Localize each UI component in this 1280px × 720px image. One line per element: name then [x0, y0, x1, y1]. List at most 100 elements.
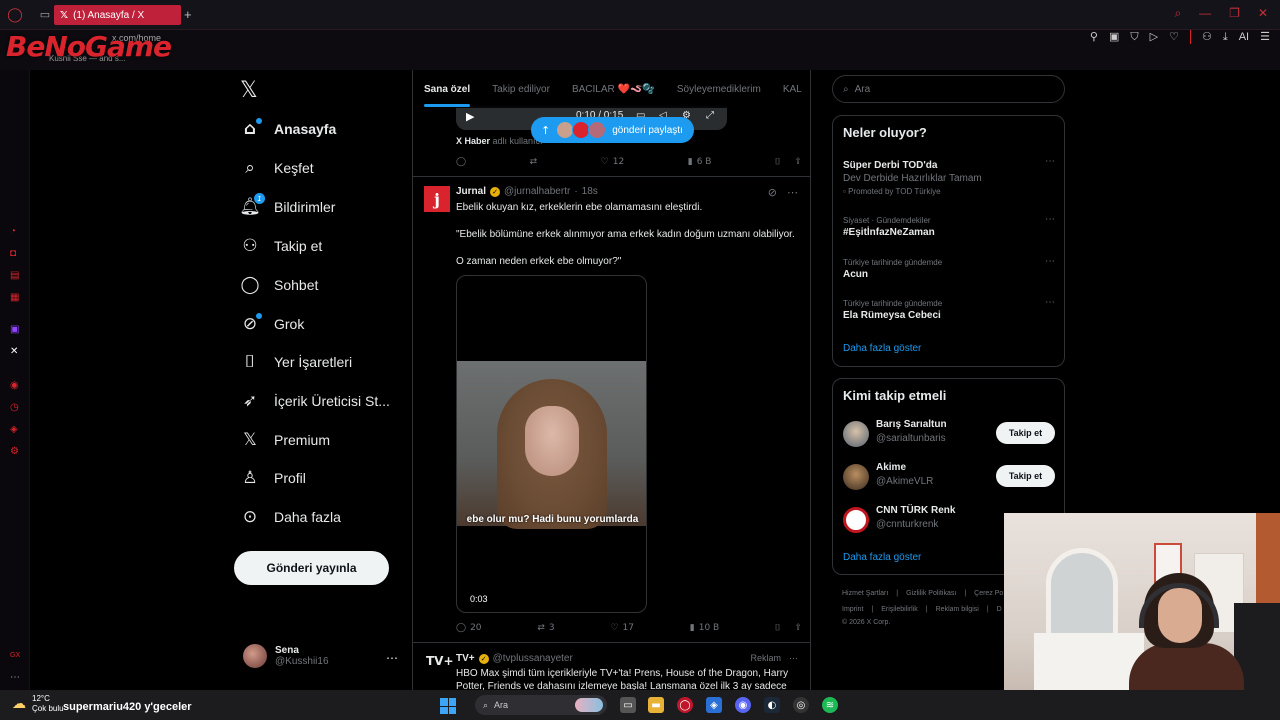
spotify-icon[interactable]: ≋: [822, 697, 838, 713]
more-icon[interactable]: ⋯: [787, 186, 798, 199]
tab-bacilar[interactable]: BACILAR ❤️🪱🫧: [572, 84, 655, 95]
shield-icon[interactable]: ⛉: [1130, 30, 1138, 44]
nav-home[interactable]: ⌂ Anasayfa: [240, 117, 336, 141]
nav-premium[interactable]: 𝕏 Premium: [240, 428, 330, 452]
views-button[interactable]: ▮ 6 B: [688, 157, 712, 167]
nav-creator-studio[interactable]: ➶ İçerik Üreticisi St...: [240, 389, 390, 413]
download-icon[interactable]: ⤓: [1223, 30, 1228, 44]
close-icon[interactable]: ✕: [1258, 6, 1268, 21]
trend-item[interactable]: Türkiye tarihinde gündemde Ela Rümeysa C…: [843, 297, 1055, 321]
repost-button[interactable]: ⇄ 3: [537, 623, 554, 633]
nav-notifications[interactable]: 🔔︎ 1 Bildirimler: [239, 193, 335, 219]
nav-bookmarks[interactable]: ⌷ Yer İşaretleri: [240, 350, 352, 374]
app-icon[interactable]: ◈: [706, 697, 722, 713]
tab-kal[interactable]: KAL: [783, 84, 802, 95]
trends-show-more-link[interactable]: Daha fazla göster: [843, 343, 921, 354]
footer-link[interactable]: Erişilebilirlik: [881, 606, 918, 613]
sidebar-gx-icon[interactable]: GX: [10, 652, 20, 659]
author-name[interactable]: TV+: [456, 653, 475, 664]
nav-chat[interactable]: ◯ Sohbet: [240, 273, 318, 297]
footer-link[interactable]: Reklam bilgisi: [936, 606, 979, 613]
bookmark-icon[interactable]: ⌷: [775, 623, 780, 633]
footer-link[interactable]: Imprint: [842, 606, 863, 613]
sidebar-history-icon[interactable]: ◷: [10, 402, 19, 413]
taskbar-search[interactable]: ⌕ Ara: [475, 695, 607, 715]
x-logo-icon[interactable]: 𝕏: [240, 78, 258, 103]
views-button[interactable]: ▮ 10 B: [690, 623, 719, 633]
share-icon[interactable]: ⇪: [794, 623, 802, 633]
sidebar-player-icon[interactable]: ◉: [10, 380, 19, 391]
more-icon[interactable]: ⋯: [1045, 297, 1055, 308]
fullscreen-icon[interactable]: ⤢: [706, 110, 714, 121]
more-icon[interactable]: ⋯: [1045, 214, 1055, 225]
obs-icon[interactable]: ◎: [793, 697, 809, 713]
tweet-video[interactable]: ebe olur mu? Hadi bunu yorumlarda 0:03: [456, 275, 647, 613]
discord-icon[interactable]: ◉: [735, 697, 751, 713]
snapshot-icon[interactable]: ▣: [1109, 30, 1119, 44]
like-button[interactable]: ♡ 12: [601, 157, 625, 167]
reply-icon[interactable]: ◯: [456, 157, 466, 167]
author-handle[interactable]: @jurnalhabertr: [504, 186, 570, 197]
nav-grok[interactable]: ⊘ Grok: [240, 312, 304, 336]
nav-more[interactable]: ⊙ Daha fazla: [240, 505, 341, 529]
like-button[interactable]: ♡ 17: [610, 623, 634, 633]
avatar[interactable]: TV+: [426, 654, 454, 668]
more-icon[interactable]: ⋯: [1045, 156, 1055, 167]
pin-icon[interactable]: ⚲: [1090, 30, 1098, 44]
who-to-follow-show-more-link[interactable]: Daha fazla göster: [843, 552, 921, 563]
sidebar-chat-icon[interactable]: ▤: [10, 270, 19, 281]
source-name[interactable]: X Haber: [456, 136, 490, 146]
weather-widget[interactable]: ☁ 12°C Çok bulu: [12, 694, 64, 714]
account-switcher[interactable]: Sena @Kusshii16: [243, 644, 329, 668]
task-view-icon[interactable]: ▭: [620, 697, 636, 713]
steam-icon[interactable]: ◐: [764, 697, 780, 713]
opera-logo-icon[interactable]: ◯: [0, 0, 30, 30]
follow-suggestion[interactable]: Barış Sarıaltun @sarialtunbaris Takip et: [843, 419, 1055, 447]
author-handle[interactable]: @tvplussanayeter: [493, 653, 573, 664]
trend-item[interactable]: Türkiye tarihinde gündemde Acun ⋯: [843, 256, 1055, 280]
sidebar-x-icon[interactable]: ✕: [10, 346, 18, 357]
tab-following[interactable]: Takip ediliyor: [492, 84, 550, 95]
sidebar-mail-icon[interactable]: ▦: [10, 292, 19, 303]
grok-explain-icon[interactable]: ⊘: [768, 186, 777, 199]
avatar[interactable]: j: [424, 186, 450, 212]
footer-link[interactable]: Gizlilik Politikası: [906, 590, 956, 597]
account-more-icon[interactable]: ⋯: [386, 651, 398, 665]
sidebar-pinboard-icon[interactable]: ◈: [10, 424, 18, 435]
new-posts-pill[interactable]: ↑ gönderi paylaştı: [531, 117, 694, 143]
tab-for-you[interactable]: Sana özel: [424, 84, 471, 107]
bookmark-icon[interactable]: ⌷: [775, 157, 780, 167]
ai-button[interactable]: AI: [1239, 30, 1249, 44]
new-tab-button[interactable]: +: [184, 7, 192, 22]
follow-button[interactable]: Takip et: [996, 422, 1055, 444]
sidebar-twitch-icon[interactable]: ▣: [10, 324, 19, 335]
more-icon[interactable]: ⋯: [789, 653, 798, 664]
sidebar-bot-icon[interactable]: ◘: [10, 248, 16, 259]
menu-icon[interactable]: ☰: [1260, 30, 1270, 44]
trend-item[interactable]: Siyaset · Gündemdekiler #EşitİnfazNeZama…: [843, 214, 1055, 238]
reply-button[interactable]: ◯ 20: [456, 623, 482, 633]
author-name[interactable]: Jurnal: [456, 186, 486, 197]
footer-link[interactable]: Hizmet Şartları: [842, 590, 888, 597]
nav-profile[interactable]: ♙ Profil: [240, 466, 306, 490]
repost-icon[interactable]: ⇄: [530, 157, 538, 167]
play-icon[interactable]: ▷: [1150, 30, 1158, 44]
tweet-time[interactable]: 18s: [582, 186, 598, 197]
follow-button[interactable]: Takip et: [996, 465, 1055, 487]
tab-soyleyemediklerim[interactable]: Söyleyemediklerim: [677, 84, 761, 95]
post-button[interactable]: Gönderi yayınla: [234, 551, 389, 585]
sidebar-settings-icon[interactable]: ⚙: [10, 446, 19, 457]
file-explorer-icon[interactable]: ▬: [648, 697, 664, 713]
more-icon[interactable]: ⋯: [1045, 256, 1055, 267]
nav-follow[interactable]: ⚇ Takip et: [240, 234, 322, 258]
footer-link[interactable]: Çerez Po: [974, 590, 1003, 597]
trend-item[interactable]: Süper Derbi TOD'da Dev Derbide Hazırlıkl…: [843, 156, 1055, 196]
footer-link[interactable]: D: [997, 606, 1002, 613]
sidebar-ai-icon[interactable]: ◔: [10, 226, 16, 237]
search-tabs-icon[interactable]: ⌕: [1174, 6, 1181, 21]
share-icon[interactable]: ⇪: [794, 157, 802, 167]
windows-start-icon[interactable]: [440, 698, 456, 714]
follow-suggestion[interactable]: Akime @AkimeVLR Takip et: [843, 462, 1055, 490]
opera-gx-icon[interactable]: ◯: [677, 697, 693, 713]
browser-tab[interactable]: 𝕏 (1) Anasayfa / X: [54, 5, 181, 25]
